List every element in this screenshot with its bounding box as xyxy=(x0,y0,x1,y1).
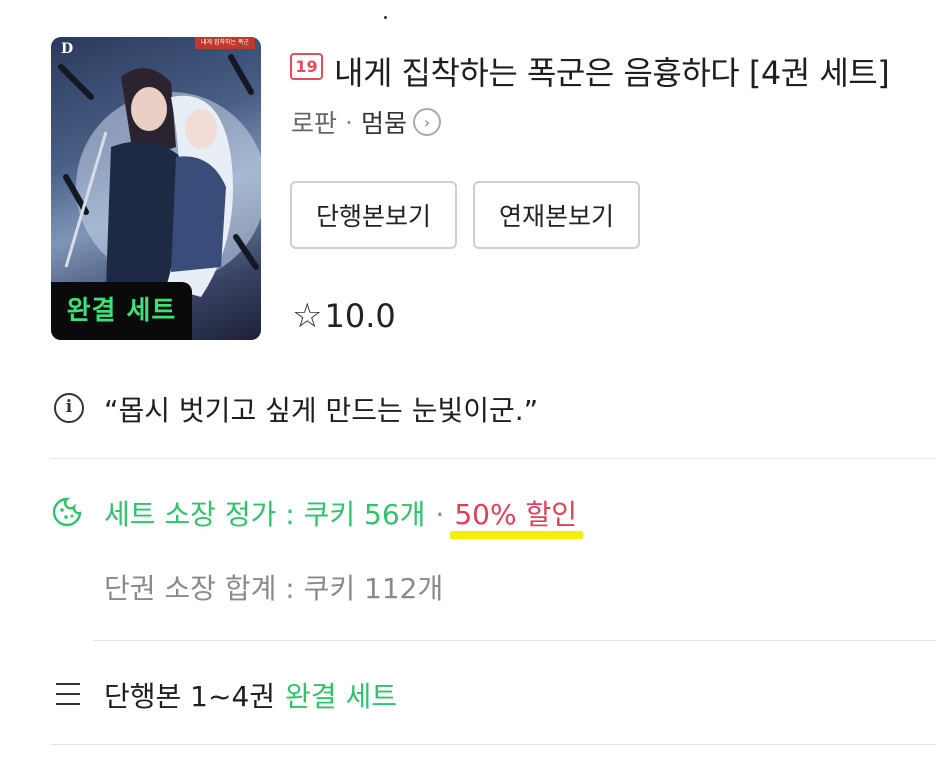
hamburger-list-icon xyxy=(56,683,80,705)
set-price-label: 세트 소장 정가 : 쿠키 56개 xyxy=(104,498,426,531)
single-total-price: 단권 소장 합계 : 쿠키 112개 xyxy=(104,572,444,605)
serial-button[interactable]: 연재본보기 xyxy=(473,181,640,249)
discount-label: 50% 할인 xyxy=(450,493,583,539)
chevron-right-circle-icon[interactable]: › xyxy=(412,108,441,136)
divider xyxy=(51,744,936,745)
star-outline-icon: ☆ xyxy=(292,296,323,336)
divider xyxy=(93,640,936,641)
price-separator: · xyxy=(435,498,445,531)
publisher-logo: D xyxy=(61,41,74,57)
intro-quote: “몹시 벗기고 싶게 만드는 눈빛이군.” xyxy=(104,394,539,427)
book-cover[interactable]: D 내게 집착하는 폭군 완결 세트 xyxy=(51,37,261,340)
volumes-row[interactable]: 단행본 1~4권 완결 세트 xyxy=(104,675,397,715)
divider xyxy=(51,458,936,459)
single-volume-button[interactable]: 단행본보기 xyxy=(290,181,457,249)
cover-tag: 내게 집착하는 폭군 xyxy=(195,37,255,49)
genre-label: 로판 xyxy=(291,109,338,138)
rating: ☆ 10.0 xyxy=(292,296,396,336)
book-title: 내게 집착하는 폭군은 음흉하다 [4권 세트] xyxy=(334,54,890,92)
author-link[interactable]: 멈뭄 xyxy=(361,104,407,140)
info-circle-icon: i xyxy=(54,393,84,423)
stray-dot xyxy=(384,16,387,19)
book-meta: 로판 · 멈뭄 › xyxy=(291,104,441,140)
set-price: 세트 소장 정가 : 쿠키 56개 · 50% 할인 xyxy=(104,493,583,539)
meta-separator: · xyxy=(345,107,353,137)
cookie-icon xyxy=(52,497,82,527)
rating-value: 10.0 xyxy=(324,297,396,335)
volumes-label: 단행본 1~4권 xyxy=(104,680,276,713)
complete-set-badge: 완결 세트 xyxy=(51,282,192,340)
volumes-status: 완결 세트 xyxy=(285,680,397,713)
age-19-badge: 19 xyxy=(290,53,323,80)
